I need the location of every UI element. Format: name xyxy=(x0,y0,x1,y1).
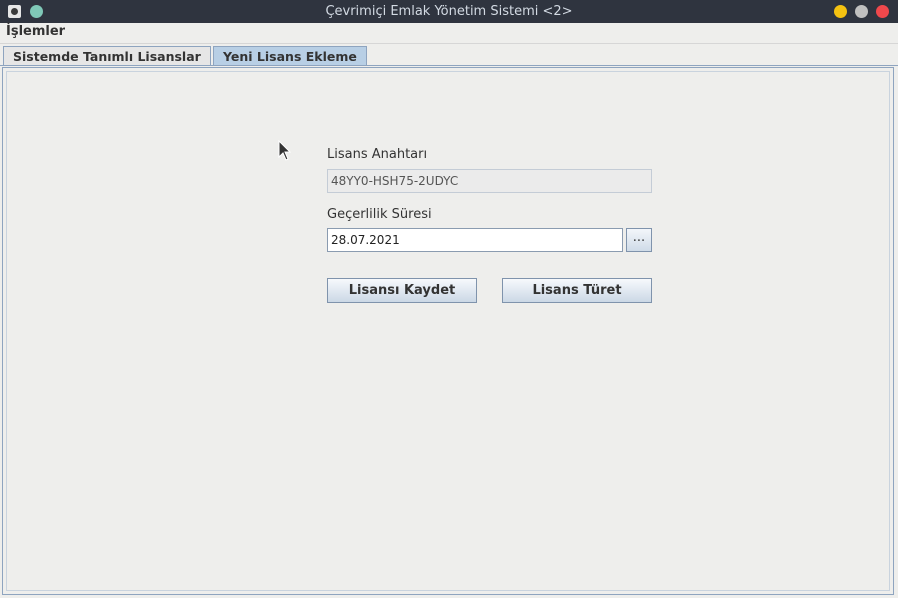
license-key-field[interactable]: 48YY0-HSH75-2UDYC xyxy=(327,169,652,193)
panel-border xyxy=(6,71,890,591)
save-license-button[interactable]: Lisansı Kaydet xyxy=(327,278,477,303)
validity-label: Geçerlilik Süresi xyxy=(327,207,432,222)
window-title: Çevrimiçi Emlak Yönetim Sistemi <2> xyxy=(325,4,573,19)
minimize-icon[interactable] xyxy=(834,5,847,18)
title-bar: Çevrimiçi Emlak Yönetim Sistemi <2> xyxy=(0,0,898,23)
menu-bar: İşlemler xyxy=(0,23,898,44)
validity-date-field[interactable]: 28.07.2021 xyxy=(327,228,623,252)
tab-new-license[interactable]: Yeni Lisans Ekleme xyxy=(213,46,367,65)
tab-divider xyxy=(0,65,898,66)
license-key-label: Lisans Anahtarı xyxy=(327,147,428,162)
date-picker-button[interactable]: ... xyxy=(626,228,652,252)
tab-defined-licenses[interactable]: Sistemde Tanımlı Lisanslar xyxy=(3,46,211,65)
close-icon[interactable] xyxy=(876,5,889,18)
menu-islemler[interactable]: İşlemler xyxy=(6,24,65,39)
tab-content-panel xyxy=(2,67,894,595)
mouse-pointer-icon xyxy=(278,140,292,161)
tab-strip: Sistemde Tanımlı Lisanslar Yeni Lisans E… xyxy=(0,44,898,66)
maximize-icon[interactable] xyxy=(855,5,868,18)
derive-license-button[interactable]: Lisans Türet xyxy=(502,278,652,303)
